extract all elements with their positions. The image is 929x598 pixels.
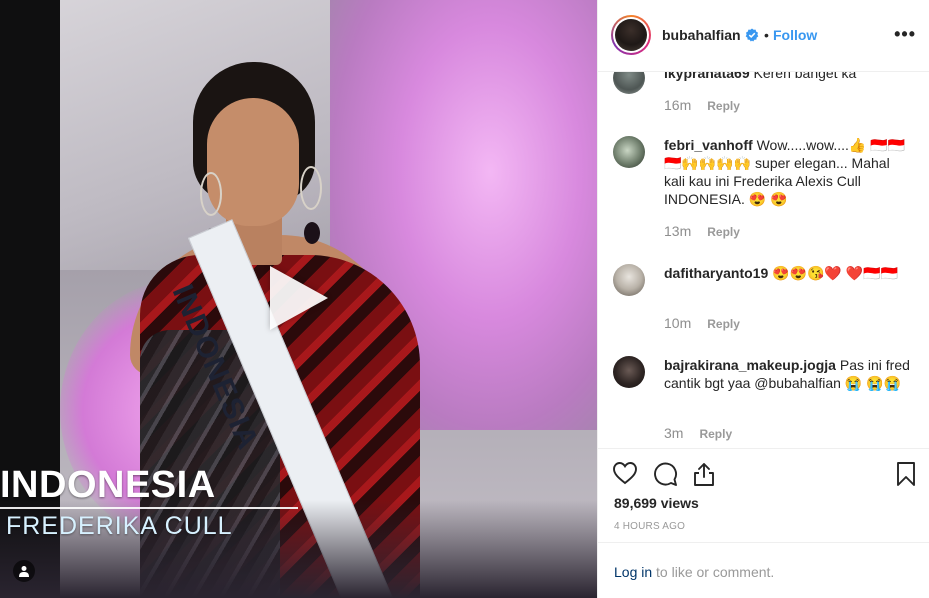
play-icon[interactable] xyxy=(270,266,328,330)
earring-right xyxy=(304,222,320,244)
user-tag-icon[interactable] xyxy=(13,560,35,582)
overlay-subtitle: FREDERIKA CULL xyxy=(6,512,233,540)
share-icon[interactable] xyxy=(692,461,716,487)
comment-username[interactable]: dafitharyanto19 xyxy=(664,265,768,281)
comment-text: dafitharyanto19 😍😍😘❤️ ❤️🇮🇩🇮🇩 xyxy=(664,264,914,282)
earring-hoop-left xyxy=(200,172,222,216)
login-prompt: Log in to like or comment. xyxy=(598,542,929,598)
comment-meta: 13m Reply xyxy=(664,223,740,239)
comment-content: 😍😍😘❤️ ❤️🇮🇩🇮🇩 xyxy=(772,265,899,281)
comment-time[interactable]: 3m xyxy=(664,425,683,441)
comment-text: bajrakirana_makeup.jogja Pas ini fred ca… xyxy=(664,356,914,392)
comment-content: Keren banget ka xyxy=(753,72,857,81)
comment-text: ikypranata69 Keren banget ka xyxy=(664,72,914,82)
bookmark-icon[interactable] xyxy=(896,461,916,487)
comment-text: febri_vanhoff Wow.....wow....👍 🇮🇩🇮🇩🇮🇩🙌🙌🙌… xyxy=(664,136,914,208)
post-timestamp[interactable]: 4 HOURS AGO xyxy=(614,521,685,532)
comment-username[interactable]: ikypranata69 xyxy=(664,72,750,81)
login-link[interactable]: Log in xyxy=(614,564,652,580)
earring-hoop-right xyxy=(300,166,322,210)
comment-avatar[interactable] xyxy=(613,136,645,168)
comment-avatar[interactable] xyxy=(613,356,645,388)
comment-meta: 10m Reply xyxy=(664,315,740,331)
comment-username[interactable]: febri_vanhoff xyxy=(664,137,753,153)
more-options-icon[interactable]: ••• xyxy=(894,24,916,45)
view-count[interactable]: 89,699 views xyxy=(614,495,699,511)
verified-badge-icon xyxy=(745,28,759,42)
reply-button[interactable]: Reply xyxy=(707,225,740,239)
post-actions: 89,699 views 4 HOURS AGO xyxy=(598,448,929,542)
reply-button[interactable]: Reply xyxy=(707,99,740,113)
heart-icon[interactable] xyxy=(612,461,638,485)
header-separator: • xyxy=(764,27,769,43)
comment-username[interactable]: bajrakirana_makeup.jogja xyxy=(664,357,836,373)
comment-time[interactable]: 10m xyxy=(664,315,691,331)
overlay-divider xyxy=(0,507,298,509)
reply-button[interactable]: Reply xyxy=(699,427,732,441)
header-username[interactable]: bubahalfian xyxy=(662,27,741,43)
comment-avatar[interactable] xyxy=(613,72,645,94)
comment-time[interactable]: 16m xyxy=(664,97,691,113)
comment-icon[interactable] xyxy=(652,461,678,487)
comment-meta: 16m Reply xyxy=(664,97,740,113)
avatar[interactable] xyxy=(611,15,651,55)
video-player[interactable]: INDONESIA INDONESIA FREDERIKA CULL xyxy=(0,0,597,598)
post-panel: bubahalfian • Follow ••• ikypranata69 Ke… xyxy=(597,0,929,598)
comments-list[interactable]: ikypranata69 Keren banget ka 16m Reply fe… xyxy=(598,72,929,448)
comment-avatar[interactable] xyxy=(613,264,645,296)
overlay-title: INDONESIA xyxy=(0,464,216,506)
reply-button[interactable]: Reply xyxy=(707,317,740,331)
comment-time[interactable]: 13m xyxy=(664,223,691,239)
login-prompt-text: to like or comment. xyxy=(652,564,775,580)
follow-button[interactable]: Follow xyxy=(773,27,817,43)
post-header: bubahalfian • Follow ••• xyxy=(598,0,929,72)
figure-face xyxy=(207,98,299,226)
comment-meta: 3m Reply xyxy=(664,425,732,441)
